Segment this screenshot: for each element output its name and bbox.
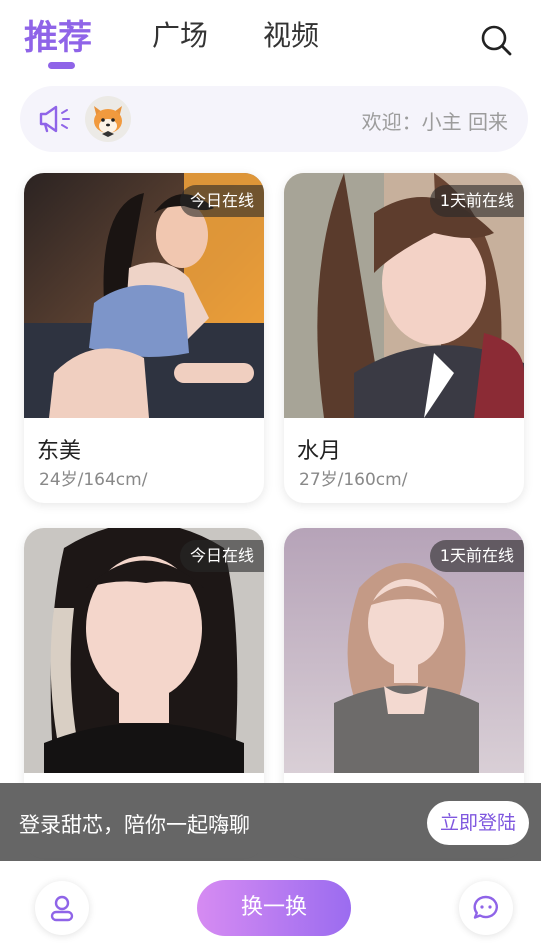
top-nav: 推荐 广场 视频: [0, 0, 541, 80]
online-status-badge: 今日在线: [179, 185, 264, 217]
profile-name: 东美: [37, 439, 82, 464]
profile-card[interactable]: 1天前在线 水月 27岁/160cm/: [284, 173, 524, 503]
chat-bubble-icon: [473, 895, 498, 919]
search-icon[interactable]: [478, 22, 514, 58]
swap-button[interactable]: 换一换: [197, 880, 351, 936]
login-now-button[interactable]: 立即登陆: [427, 801, 529, 845]
welcome-text: 欢迎：小主 回来: [361, 110, 508, 134]
active-tab-indicator: [48, 62, 75, 69]
profile-info: 24岁/164cm/: [39, 470, 148, 490]
profile-info: 27岁/160cm/: [299, 470, 408, 490]
login-prompt-text: 登录甜芯，陪你一起嗨聊: [19, 813, 250, 837]
megaphone-icon: [38, 103, 72, 135]
fox-avatar[interactable]: [85, 96, 131, 142]
online-status-badge: 1天前在线: [429, 540, 524, 572]
chat-button[interactable]: [459, 881, 513, 935]
login-prompt-banner: 登录甜芯，陪你一起嗨聊 立即登陆: [0, 783, 541, 861]
bottom-bar: 换一换: [0, 861, 541, 944]
user-icon: [50, 895, 74, 922]
tab-recommend[interactable]: 推荐: [24, 10, 92, 59]
tab-square[interactable]: 广场: [152, 14, 208, 54]
profile-card[interactable]: 今日在线 东美 24岁/164cm/: [24, 173, 264, 503]
online-status-badge: 今日在线: [179, 540, 264, 572]
tab-video[interactable]: 视频: [263, 14, 319, 54]
welcome-notice-bar: 欢迎：小主 回来: [20, 86, 528, 152]
online-status-badge: 1天前在线: [429, 185, 524, 217]
profile-name: 水月: [297, 439, 342, 464]
user-profile-button[interactable]: [35, 881, 89, 935]
